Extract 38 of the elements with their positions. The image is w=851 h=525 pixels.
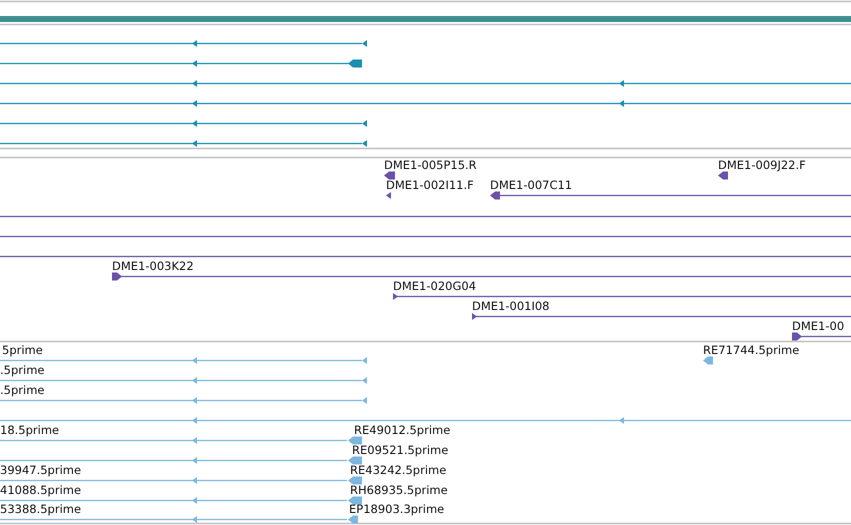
feature-label: RE43242.5prime xyxy=(350,463,446,477)
feature-label: DME1-003K22 xyxy=(112,259,194,273)
feature-label: 5prime xyxy=(2,343,43,357)
feature-glyph[interactable] xyxy=(718,172,728,180)
feature-label: .5prime xyxy=(0,363,44,377)
feature-label: DME1-009J22.F xyxy=(718,158,806,172)
feature-label: DME1-005P15.R xyxy=(384,158,477,172)
feature-glyph[interactable] xyxy=(0,100,851,107)
feature-label: RE71744.5prime xyxy=(703,343,800,357)
feature-label: 39947.5prime xyxy=(0,463,82,477)
feature-glyph[interactable] xyxy=(490,192,851,200)
feature-glyph[interactable] xyxy=(0,60,362,68)
feature-glyph[interactable] xyxy=(0,120,367,127)
feature-glyph[interactable] xyxy=(386,192,391,199)
feature-label: DME1-007C11 xyxy=(490,178,572,192)
feature-label: DME1-00 xyxy=(792,319,844,333)
feature-line[interactable] xyxy=(0,216,851,218)
feature-label: EP18903.3prime xyxy=(349,502,444,516)
feature-glyph[interactable] xyxy=(792,332,851,340)
feature-label: DME1-001I08 xyxy=(472,299,550,313)
feature-glyph[interactable] xyxy=(0,80,851,87)
feature-glyph[interactable] xyxy=(0,140,367,147)
feature-glyph[interactable] xyxy=(384,172,395,180)
feature-label: .5prime xyxy=(0,383,44,397)
feature-label: 18.5prime xyxy=(0,423,60,437)
feature-label: DME1-020G04 xyxy=(393,279,476,293)
feature-label: RE09521.5prime xyxy=(352,443,448,457)
feature-glyph[interactable] xyxy=(0,40,367,47)
feature-label: RE49012.5prime xyxy=(354,423,450,437)
feature-label: 41088.5prime xyxy=(0,483,82,497)
feature-line[interactable] xyxy=(0,256,851,258)
feature-glyph[interactable] xyxy=(393,293,851,300)
feature-label: RH68935.5prime xyxy=(350,483,448,497)
feature-glyph[interactable] xyxy=(472,313,851,320)
feature-label: 53388.5prime xyxy=(0,502,82,516)
feature-label: DME1-002I11.F xyxy=(386,178,474,192)
feature-line[interactable] xyxy=(0,236,851,238)
feature-glyph[interactable] xyxy=(112,272,851,280)
